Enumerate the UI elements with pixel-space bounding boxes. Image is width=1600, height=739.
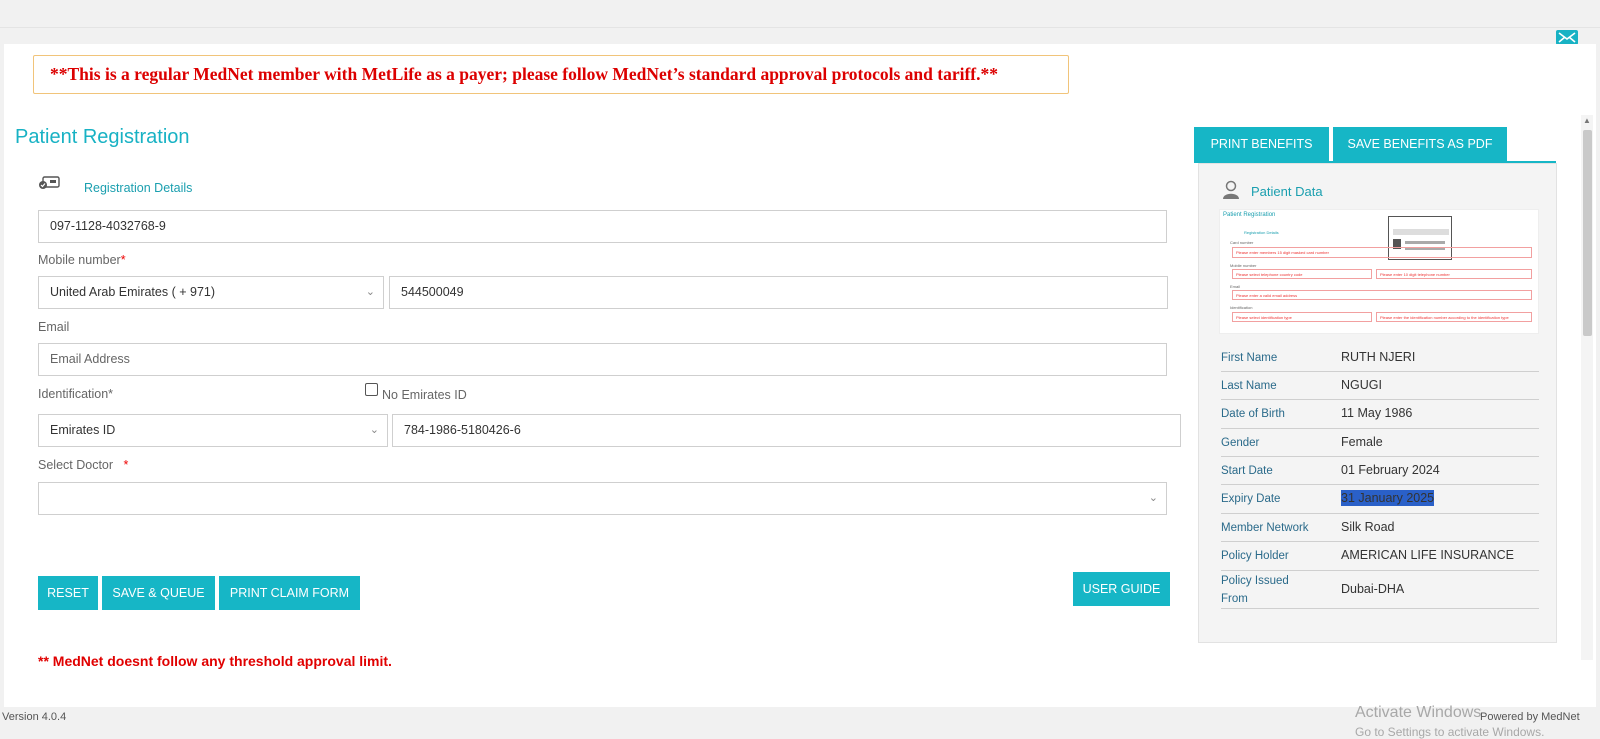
patient-row-gender: Gender Female [1221,429,1539,457]
registration-guide-thumbnail: Patient Registration Registration Detail… [1219,209,1539,334]
row-key: Policy Issued From [1221,575,1289,605]
identification-type-select[interactable]: Emirates ID ⌄ [38,414,388,447]
no-emirates-id-label: No Emirates ID [382,388,467,402]
thumb-card-hint: Please enter members 15 digit masked car… [1232,247,1532,258]
activate-windows-title: Activate Windows [1355,704,1482,721]
thumb-id-hint-1: Please select identification type [1232,312,1372,322]
row-key: Expiry Date [1221,493,1281,505]
id-card-icon [38,176,60,190]
mail-icon[interactable] [1556,30,1578,45]
country-code-select[interactable]: United Arab Emirates ( + 971) ⌄ [38,276,384,309]
reset-button[interactable]: RESET [38,576,98,610]
row-key: Last Name [1221,380,1277,392]
row-key: Start Date [1221,465,1273,477]
scrollbar-thumb[interactable] [1583,130,1592,336]
row-value: 11 May 1986 [1341,406,1413,420]
email-label: Email [38,320,70,334]
main-content: **This is a regular MedNet member with M… [4,44,1596,739]
patient-data-panel: Patient Data Patient Registration Regist… [1198,163,1557,643]
row-value: AMERICAN LIFE INSURANCE [1341,548,1514,562]
payer-alert-banner: **This is a regular MedNet member with M… [33,55,1069,94]
patient-row-start-date: Start Date 01 February 2024 [1221,457,1539,485]
select-doctor-dropdown[interactable]: ⌄ [38,482,1167,515]
row-key: First Name [1221,352,1278,364]
identification-label: Identification* [38,387,114,401]
save-benefits-pdf-button[interactable]: SAVE BENEFITS AS PDF [1333,127,1507,161]
user-guide-button[interactable]: USER GUIDE [1073,572,1170,606]
chevron-down-icon: ⌄ [1148,492,1158,504]
patient-data-title: Patient Data [1251,184,1323,199]
row-value: NGUGI [1341,378,1382,392]
patient-row-expiry-date: Expiry Date 31 January 2025 [1221,485,1539,514]
row-key: Gender [1221,437,1260,449]
patient-row-policy-issued-from: Policy Issued From Dubai-DHA [1221,571,1539,609]
thumb-title: Patient Registration [1223,212,1276,218]
thumb-email-label: Email [1230,284,1241,289]
patient-row-last-name: Last Name NGUGI [1221,372,1539,400]
save-and-queue-button[interactable]: SAVE & QUEUE [102,576,215,610]
row-value: Female [1341,435,1383,449]
row-value: Silk Road [1341,520,1395,534]
user-icon [1221,180,1241,200]
thumb-section: Registration Details [1244,230,1279,235]
chevron-down-icon: ⌄ [365,286,375,298]
thumb-card-label: Card number [1230,240,1254,245]
powered-by-label: Powered by MedNet [1480,711,1580,723]
row-key: Date of Birth [1221,408,1285,420]
version-label: Version 4.0.4 [2,711,67,723]
registration-details-label: Registration Details [84,181,193,195]
scroll-up-arrow-icon[interactable]: ▲ [1582,116,1592,126]
thumb-mobile-label: Mobile number [1230,263,1257,268]
identification-number-input[interactable]: 784-1986-5180426-6 [392,414,1181,447]
email-input[interactable]: Email Address [38,343,1167,376]
threshold-note: ** MedNet doesnt follow any threshold ap… [38,653,392,669]
patient-row-first-name: First Name RUTH NJERI [1221,344,1539,372]
print-benefits-button[interactable]: PRINT BENEFITS [1194,127,1329,161]
browser-top-bar [0,0,1600,28]
print-claim-form-button[interactable]: PRINT CLAIM FORM [219,576,360,610]
row-value: Dubai-DHA [1341,582,1405,596]
thumb-email-hint: Please enter a valid email address [1232,290,1532,300]
card-number-input[interactable]: 097-1128-4032768-9 [38,210,1167,243]
row-key: Policy Holder [1221,550,1289,562]
patient-row-policy-holder: Policy Holder AMERICAN LIFE INSURANCE [1221,542,1539,571]
page-title: Patient Registration [15,126,190,148]
patient-row-member-network: Member Network Silk Road [1221,514,1539,542]
thumb-id-hint-2: Please enter the identification number a… [1376,312,1532,322]
mobile-number-label: Mobile number* [38,253,126,267]
row-key: Member Network [1221,522,1309,534]
row-value: 01 February 2024 [1341,463,1440,477]
row-value: RUTH NJERI [1341,350,1416,364]
mobile-number-input[interactable]: 544500049 [389,276,1168,309]
patient-row-date-of-birth: Date of Birth 11 May 1986 [1221,400,1539,429]
thumb-mobile-hint-1: Please select telephone country code [1232,269,1372,279]
thumb-id-label: Identification [1230,305,1253,310]
identification-type-value: Emirates ID [50,423,116,437]
no-emirates-id-checkbox[interactable] [365,383,378,396]
chevron-down-icon: ⌄ [369,424,379,436]
country-code-value: United Arab Emirates ( + 971) [50,285,216,299]
select-doctor-label: Select Doctor * [38,458,129,472]
thumb-mobile-hint-2: Please enter 10 digit telephone number [1376,269,1532,279]
row-value-selected: 31 January 2025 [1341,490,1435,506]
activate-windows-subtitle: Go to Settings to activate Windows. [1355,725,1545,739]
